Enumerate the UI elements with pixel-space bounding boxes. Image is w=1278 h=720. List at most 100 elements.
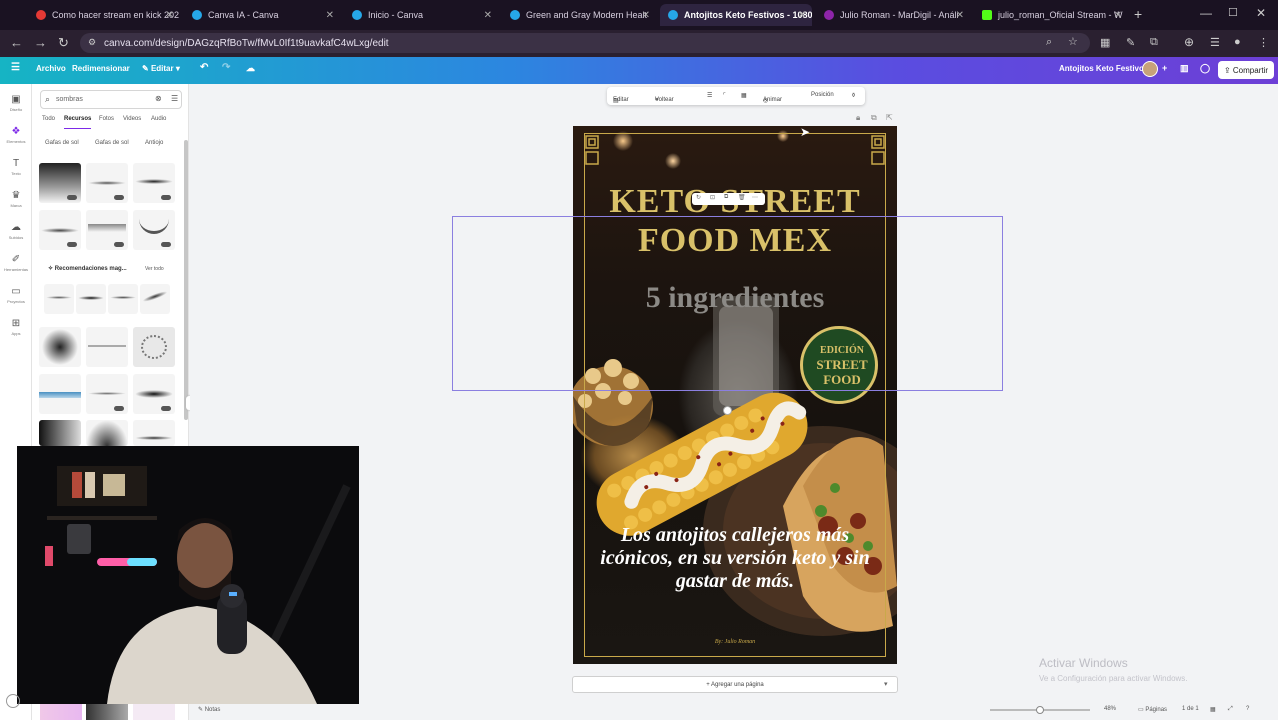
shadow-element[interactable]	[86, 210, 128, 250]
analytics-icon[interactable]: ▥	[1180, 63, 1189, 74]
shadow-element[interactable]	[133, 163, 175, 203]
rail-item-design[interactable]: ▣ Diseño	[0, 94, 32, 112]
rail-item-apps[interactable]: ⊞ Apps	[0, 318, 32, 336]
chevron-down-icon[interactable]: ▾	[884, 680, 888, 688]
download-icon[interactable]: ⊕	[1184, 35, 1194, 49]
shadow-element[interactable]	[39, 163, 81, 203]
add-page-button[interactable]: + Agregar una página	[572, 676, 898, 693]
undo-icon[interactable]: ↶	[200, 62, 208, 73]
see-all-link[interactable]: Ver todo	[145, 266, 164, 272]
browser-tab[interactable]: Canva IA - Canva ✕	[184, 4, 340, 26]
close-icon[interactable]: ✕	[798, 10, 806, 21]
close-window-icon[interactable]: ✕	[1256, 6, 1266, 20]
address-bar[interactable]: ⚙ canva.com/design/DAGzqRfBoTw/fMvL0If1t…	[80, 33, 1090, 53]
browser-tab[interactable]: Julio Roman - MarDigil - Análi ✕	[816, 4, 970, 26]
rail-item-projects[interactable]: ▭ Proyectos	[0, 286, 32, 304]
duplicate-page-icon[interactable]: ⧉	[871, 113, 877, 123]
selection-box[interactable]	[452, 216, 1003, 391]
new-tab-icon[interactable]: +	[1134, 6, 1142, 22]
clear-icon[interactable]: ⊗	[155, 94, 162, 103]
shadow-element[interactable]	[44, 284, 74, 314]
shadow-element[interactable]	[39, 327, 81, 367]
shadow-element[interactable]	[108, 284, 138, 314]
corner-icon[interactable]: ⌜	[723, 92, 726, 99]
bookmark-star-icon[interactable]: ☆	[1068, 35, 1078, 48]
fullscreen-icon[interactable]: ⤢	[1228, 706, 1233, 713]
shadow-element[interactable]	[39, 374, 81, 414]
add-page-icon[interactable]: ⇱	[886, 113, 893, 122]
tab-audio[interactable]: Audio	[151, 116, 166, 122]
transparency-icon[interactable]: ▦	[741, 92, 747, 99]
close-icon[interactable]: ✕	[956, 10, 964, 21]
resize-button[interactable]: Redimensionar	[72, 64, 130, 73]
lock-icon[interactable]: 🔒︎	[856, 113, 860, 123]
shadow-element[interactable]	[133, 210, 175, 250]
notes-button[interactable]: ✎ Notas	[198, 706, 220, 713]
zoom-slider[interactable]	[990, 706, 1090, 714]
collaborator-avatar[interactable]	[1142, 61, 1158, 77]
zoom-level[interactable]: 48%	[1104, 706, 1116, 712]
cloud-sync-icon[interactable]: ☁	[246, 63, 255, 74]
delete-icon[interactable]: 🗑︎	[738, 194, 746, 201]
filter-icon[interactable]: ☰	[171, 94, 178, 103]
rail-item-uploads[interactable]: ☁ Subidos	[0, 222, 32, 240]
lines-icon[interactable]: ☰	[707, 92, 712, 99]
browser-tab[interactable]: julio_roman_Oficial Stream - W ✕	[974, 4, 1128, 26]
shadow-element[interactable]	[133, 704, 175, 720]
site-info-icon[interactable]: ⚙	[88, 37, 96, 48]
group-icon[interactable]: ⊡	[710, 194, 715, 201]
poster-byline[interactable]: By: Julio Roman	[573, 639, 897, 645]
poster-description[interactable]: Los antojitos callejeros más icónicos, e…	[585, 524, 885, 593]
position-button[interactable]: Posición	[811, 92, 834, 98]
file-menu[interactable]: Archivo	[36, 64, 66, 73]
reload-icon[interactable]: ↻	[58, 35, 69, 51]
add-collaborator-icon[interactable]: +	[1162, 63, 1167, 73]
help-circle-icon[interactable]	[6, 694, 20, 708]
shadow-element[interactable]	[86, 163, 128, 203]
rail-item-text[interactable]: T Texto	[0, 158, 32, 176]
zoom-slider-thumb[interactable]	[1036, 706, 1044, 714]
tab-resources[interactable]: Recursos	[64, 116, 92, 129]
shadow-element[interactable]	[133, 374, 175, 414]
shadow-element[interactable]	[140, 284, 170, 314]
tab-photos[interactable]: Fotos	[99, 116, 114, 122]
puzzle-icon[interactable]: ⧉	[1150, 36, 1158, 49]
close-icon[interactable]: ✕	[484, 10, 492, 21]
close-icon[interactable]: ✕	[326, 10, 334, 21]
maximize-icon[interactable]: ☐	[1228, 6, 1238, 19]
more-icon[interactable]: ⋯	[752, 194, 758, 201]
design-title[interactable]: Antojitos Keto Festivos	[1059, 64, 1148, 73]
browser-tab-active[interactable]: Antojitos Keto Festivos - 1080 ✕	[660, 4, 812, 26]
menu-icon[interactable]: ⋮	[1258, 36, 1269, 49]
browser-tab[interactable]: Como hacer stream en kick 202 ✕	[28, 4, 180, 26]
shadow-element[interactable]	[133, 420, 175, 446]
suggestion-chip[interactable]: Gafas de sol	[95, 140, 129, 146]
share-button[interactable]: ⇪ Compartir	[1218, 61, 1274, 79]
rail-item-tools[interactable]: ✐ Herramientas	[0, 254, 32, 272]
close-icon[interactable]: ✕	[642, 10, 650, 21]
shadow-element[interactable]	[86, 420, 128, 446]
paint-format-icon[interactable]: ⚱	[851, 92, 856, 99]
redo-icon[interactable]: ↷	[222, 62, 230, 73]
pages-button[interactable]: ▭ Páginas	[1138, 706, 1167, 713]
leaf-shadow-element[interactable]	[133, 327, 175, 367]
rail-item-elements[interactable]: ❖ Elementos	[0, 126, 32, 144]
minimize-icon[interactable]: —	[1200, 6, 1212, 20]
edit-mode-button[interactable]: ✎ Editar ▾	[142, 64, 180, 73]
shadow-element[interactable]	[39, 210, 81, 250]
copy-icon[interactable]: ⧉	[724, 194, 728, 201]
forward-icon[interactable]: →	[34, 35, 47, 50]
search-input[interactable]: ⌕ sombras ⊗ ☰	[40, 90, 182, 109]
avatar[interactable]: ●	[1234, 36, 1241, 48]
suggestion-chip[interactable]: Antiojo	[145, 140, 163, 146]
shadow-element[interactable]	[39, 420, 81, 446]
grid-view-icon[interactable]: ▦	[1210, 706, 1216, 713]
suggestion-chip[interactable]: Gafas de sol	[45, 140, 79, 146]
help-icon[interactable]: ?	[1246, 706, 1249, 712]
shadow-element[interactable]	[86, 327, 128, 367]
browser-tab[interactable]: Green and Gray Modern Healt ✕	[502, 4, 656, 26]
close-icon[interactable]: ✕	[1114, 10, 1122, 21]
browser-tab[interactable]: Inicio - Canva ✕	[344, 4, 498, 26]
rotate-icon[interactable]: ↻	[696, 194, 701, 201]
menu-icon[interactable]: ☰	[11, 62, 20, 73]
